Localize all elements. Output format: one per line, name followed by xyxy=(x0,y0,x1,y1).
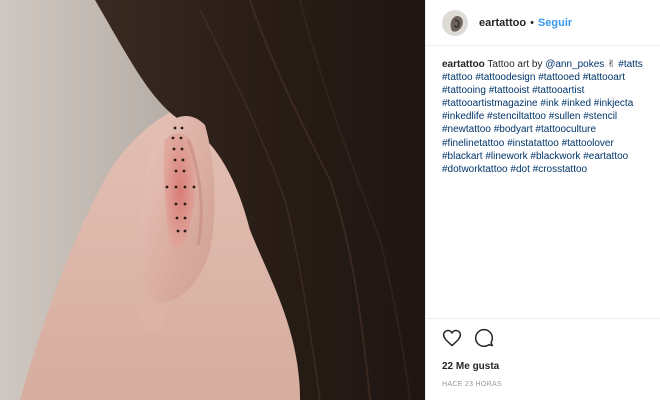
follow-button[interactable]: Seguir xyxy=(538,17,572,29)
hashtag-link[interactable]: #linework xyxy=(485,151,527,162)
hashtag-link[interactable]: #stencil xyxy=(583,111,617,122)
separator-dot: • xyxy=(530,16,534,29)
caption-mention[interactable]: @ann_pokes xyxy=(545,59,604,70)
hashtag-link[interactable]: #tattooculture xyxy=(535,124,596,135)
action-icons xyxy=(442,328,644,353)
hashtag-link[interactable]: #tattooart xyxy=(583,72,625,83)
hashtag-link[interactable]: #tattooed xyxy=(538,72,580,83)
avatar-image xyxy=(443,10,467,35)
hashtag-link[interactable]: #ink xyxy=(540,98,558,109)
hashtag-link[interactable]: #bodyart xyxy=(494,124,533,135)
post-photo[interactable] xyxy=(0,0,425,400)
post-actions: 22 Me gusta HACE 23 HORAS xyxy=(426,318,660,388)
caption-text: Tattoo art by xyxy=(487,59,546,70)
hashtag-link[interactable]: #blackart xyxy=(442,151,483,162)
hashtag-link[interactable]: #inkjecta xyxy=(594,98,633,109)
post-timestamp[interactable]: HACE 23 HORAS xyxy=(442,381,644,388)
heart-icon xyxy=(442,329,462,346)
instagram-post: eartattoo • Seguir eartattoo Tattoo art … xyxy=(0,0,660,400)
like-button[interactable] xyxy=(442,328,462,353)
hashtag-link[interactable]: #instatattoo xyxy=(507,138,559,149)
hashtag-link[interactable]: #newtattoo xyxy=(442,124,491,135)
post-caption: eartattoo Tattoo art by @ann_pokes ✌ #ta… xyxy=(442,58,654,176)
hashtag-link[interactable]: #sullen xyxy=(549,111,581,122)
hashtag-link[interactable]: #dotworktattoo xyxy=(442,164,508,175)
comment-button[interactable] xyxy=(474,328,494,353)
hashtag-link[interactable]: #blackwork xyxy=(530,151,580,162)
hashtag-link[interactable]: #inked xyxy=(562,98,591,109)
hashtag-list: #tatts #tattoo #tattoodesign #tattooed #… xyxy=(442,59,643,175)
ear-tattoo-image xyxy=(0,0,425,400)
hashtag-link[interactable]: #tattooartistmagazine xyxy=(442,98,538,109)
hashtag-link[interactable]: #tattoolover xyxy=(562,138,614,149)
likes-count[interactable]: 22 Me gusta xyxy=(442,361,644,372)
hashtag-link[interactable]: #inkedlife xyxy=(442,111,484,122)
hashtag-link[interactable]: #stenciltattoo xyxy=(487,111,546,122)
hashtag-link[interactable]: #tattooist xyxy=(489,85,530,96)
hashtag-link[interactable]: #crosstattoo xyxy=(533,164,587,175)
hashtag-link[interactable]: #tattooartist xyxy=(532,85,584,96)
hashtag-link[interactable]: #finelinetattoo xyxy=(442,138,504,149)
hashtag-link[interactable]: #eartattoo xyxy=(583,151,628,162)
header-username[interactable]: eartattoo xyxy=(479,17,526,29)
post-header: eartattoo • Seguir xyxy=(426,0,660,46)
hashtag-link[interactable]: #tattoo xyxy=(442,72,473,83)
comment-icon xyxy=(474,328,494,347)
hashtag-link[interactable]: #tattoodesign xyxy=(475,72,535,83)
caption-username[interactable]: eartattoo xyxy=(442,59,485,70)
hashtag-link[interactable]: #dot xyxy=(510,164,529,175)
caption-emoji: ✌ xyxy=(607,59,616,70)
hashtag-link[interactable]: #tattooing xyxy=(442,85,486,96)
hashtag-link[interactable]: #tatts xyxy=(618,59,642,70)
avatar[interactable] xyxy=(442,9,468,36)
post-sidebar: eartattoo • Seguir eartattoo Tattoo art … xyxy=(425,0,660,400)
